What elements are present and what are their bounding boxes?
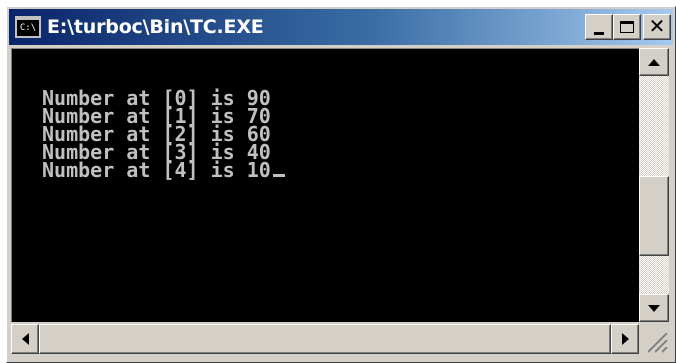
console-lines: Number at [0] is 90 Number at [1] is 70 Nu… [42,88,285,182]
close-icon: ✕ [648,14,666,38]
arrow-up-icon [648,58,660,66]
title-buttons: ✕ [585,14,671,40]
text-cursor [272,174,285,177]
window-title: E:\turboc\Bin\TC.EXE [47,16,264,38]
arrow-right-icon [621,333,629,345]
title-bar[interactable]: C:\ E:\turboc\Bin\TC.EXE ✕ [9,9,673,45]
console-output[interactable]: Number at [0] is 90 Number at [1] is 70 Nu… [11,48,639,322]
console-icon[interactable]: C:\ [15,16,41,38]
scroll-right-button[interactable] [611,324,639,354]
maximize-icon [620,21,634,33]
console-line-last: Number at [4] is 10 [42,158,285,182]
close-button[interactable]: ✕ [643,14,671,40]
horizontal-scroll-thumb[interactable] [39,324,611,354]
resize-grip[interactable] [639,324,669,354]
minimize-icon [594,31,604,35]
arrow-down-icon [648,304,660,312]
vertical-scroll-thumb[interactable] [639,176,669,256]
scroll-up-button[interactable] [639,48,669,76]
horizontal-scrollbar[interactable] [11,324,639,354]
console-icon-label: C:\ [19,22,37,33]
scroll-down-button[interactable] [639,294,669,322]
scroll-left-button[interactable] [11,324,39,354]
console-window: C:\ E:\turboc\Bin\TC.EXE ✕ Number at [0]… [6,6,676,363]
maximize-button[interactable] [613,14,641,40]
minimize-button[interactable] [585,14,613,40]
vertical-scrollbar[interactable] [639,48,669,322]
arrow-left-icon [21,333,29,345]
resize-grip-icon [646,331,668,353]
console-line: Number at [4] is 10 [42,158,271,182]
